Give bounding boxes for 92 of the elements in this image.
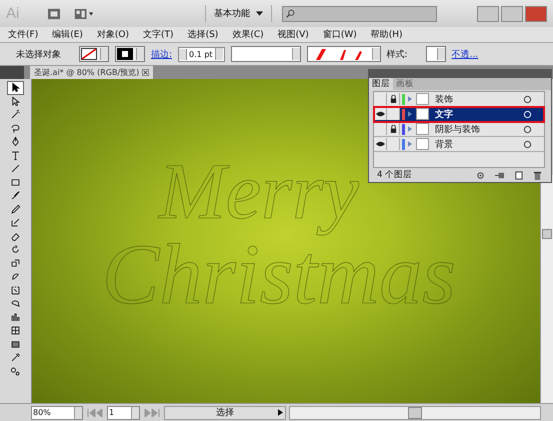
hollow-arrow-icon bbox=[10, 96, 21, 107]
eraser-icon bbox=[10, 230, 21, 242]
menu-item[interactable]: 帮助(H) bbox=[370, 28, 403, 41]
type-icon bbox=[10, 150, 21, 161]
shape-icon bbox=[10, 298, 21, 310]
fill-swatch[interactable] bbox=[79, 46, 109, 62]
visibility-toggle[interactable] bbox=[374, 123, 387, 135]
opacity-link[interactable]: 不透... bbox=[452, 48, 478, 60]
wand-icon bbox=[10, 109, 21, 120]
layer-row[interactable]: 文字 bbox=[374, 107, 544, 122]
bar-graph-icon bbox=[10, 312, 21, 323]
rotate-icon bbox=[10, 244, 21, 256]
stroke-swatch[interactable] bbox=[115, 46, 145, 62]
menu-item[interactable]: 文件(F) bbox=[8, 28, 38, 41]
layer-thumbnail bbox=[416, 123, 429, 135]
vertical-scrollbar[interactable] bbox=[540, 175, 553, 403]
warp-icon bbox=[10, 271, 21, 282]
pen-icon bbox=[10, 136, 21, 148]
layer-name: 装饰 bbox=[435, 94, 454, 106]
layer-thumbnail bbox=[416, 138, 429, 150]
layer-row[interactable]: 背景 bbox=[374, 137, 544, 152]
style-label: 样式: bbox=[386, 48, 408, 60]
pencil-icon bbox=[10, 204, 21, 215]
search-icon bbox=[286, 9, 295, 18]
eye-icon bbox=[376, 111, 384, 117]
menu-item[interactable]: 选择(S) bbox=[188, 28, 218, 41]
locate-icon[interactable] bbox=[475, 170, 486, 180]
blob-brush-icon bbox=[10, 217, 21, 228]
layer-name: 文字 bbox=[435, 108, 454, 120]
visibility-toggle[interactable] bbox=[374, 93, 387, 105]
artboard-field[interactable]: 1 bbox=[107, 406, 140, 420]
rectangle-icon bbox=[10, 176, 21, 188]
stroke-link[interactable]: 描边: bbox=[151, 48, 172, 60]
expand-icon[interactable] bbox=[408, 141, 412, 147]
document-tab[interactable]: 圣诞.ai* @ 80% (RGB/预览) bbox=[30, 66, 154, 79]
lock-toggle[interactable] bbox=[387, 108, 400, 120]
close-button[interactable] bbox=[525, 6, 547, 22]
lock-icon bbox=[390, 95, 396, 103]
blend-icon bbox=[10, 366, 21, 377]
expand-icon[interactable] bbox=[408, 111, 412, 117]
line-icon bbox=[10, 163, 21, 174]
arrow-icon bbox=[10, 82, 21, 94]
layer-thumbnail bbox=[416, 108, 429, 120]
new-layer-icon[interactable] bbox=[513, 170, 524, 180]
caret-icon bbox=[256, 11, 263, 16]
lock-icon bbox=[390, 125, 396, 133]
style-dropdown[interactable] bbox=[426, 46, 446, 62]
workspace-dropdown[interactable]: 基本功能 bbox=[205, 5, 272, 22]
lasso-icon bbox=[10, 122, 21, 134]
variable-width-dropdown[interactable] bbox=[230, 46, 301, 62]
layer-row[interactable]: 阴影与装饰 bbox=[374, 122, 544, 137]
sublayer-icon[interactable] bbox=[494, 170, 505, 180]
menu-item[interactable]: 文字(T) bbox=[143, 28, 174, 41]
menu-item[interactable]: 对象(O) bbox=[96, 28, 130, 41]
panel-tab[interactable]: 画板 bbox=[393, 78, 417, 90]
minimize-button[interactable] bbox=[477, 6, 499, 22]
zoom-field[interactable]: 80% bbox=[31, 406, 83, 420]
lock-toggle[interactable] bbox=[387, 138, 400, 150]
horizontal-scrollbar[interactable] bbox=[289, 406, 541, 420]
scale-icon bbox=[10, 258, 21, 269]
eye-icon bbox=[376, 141, 384, 147]
transform-icon bbox=[10, 284, 21, 296]
eyedropper-icon bbox=[10, 352, 21, 364]
menu-item[interactable]: 窗口(W) bbox=[322, 28, 357, 41]
close-icon[interactable] bbox=[142, 69, 150, 76]
stroke-weight-field[interactable]: 0.1 pt bbox=[178, 46, 225, 62]
selection-status: 未选择对象 bbox=[16, 48, 61, 60]
mesh-icon bbox=[10, 325, 21, 336]
arrange-icon[interactable] bbox=[74, 8, 94, 20]
lock-toggle[interactable] bbox=[387, 123, 400, 135]
maximize-button[interactable] bbox=[501, 6, 523, 22]
tools-panel-header bbox=[0, 66, 24, 79]
play-icon bbox=[278, 409, 283, 416]
visibility-toggle[interactable] bbox=[374, 108, 387, 120]
menu-item[interactable]: 效果(C) bbox=[232, 28, 264, 41]
brush-dropdown[interactable] bbox=[306, 46, 381, 62]
trash-icon[interactable] bbox=[532, 170, 543, 180]
status-tool-menu[interactable]: 选择 bbox=[164, 406, 286, 420]
lock-toggle[interactable] bbox=[387, 93, 400, 105]
expand-icon[interactable] bbox=[408, 96, 412, 102]
layer-name: 背景 bbox=[435, 138, 454, 150]
visibility-toggle[interactable] bbox=[374, 138, 387, 150]
expand-icon[interactable] bbox=[408, 126, 412, 132]
gradient-icon bbox=[10, 338, 21, 350]
tool-button[interactable] bbox=[7, 81, 24, 94]
menu-item[interactable]: 视图(V) bbox=[278, 28, 309, 41]
layer-count: 4 个图层 bbox=[377, 169, 414, 181]
brush-icon bbox=[10, 190, 21, 202]
search-field[interactable] bbox=[282, 6, 437, 22]
panel-tab[interactable]: 图层 bbox=[369, 78, 393, 90]
menu-item[interactable]: 编辑(E) bbox=[52, 28, 83, 41]
layer-name: 阴影与装饰 bbox=[435, 124, 481, 136]
